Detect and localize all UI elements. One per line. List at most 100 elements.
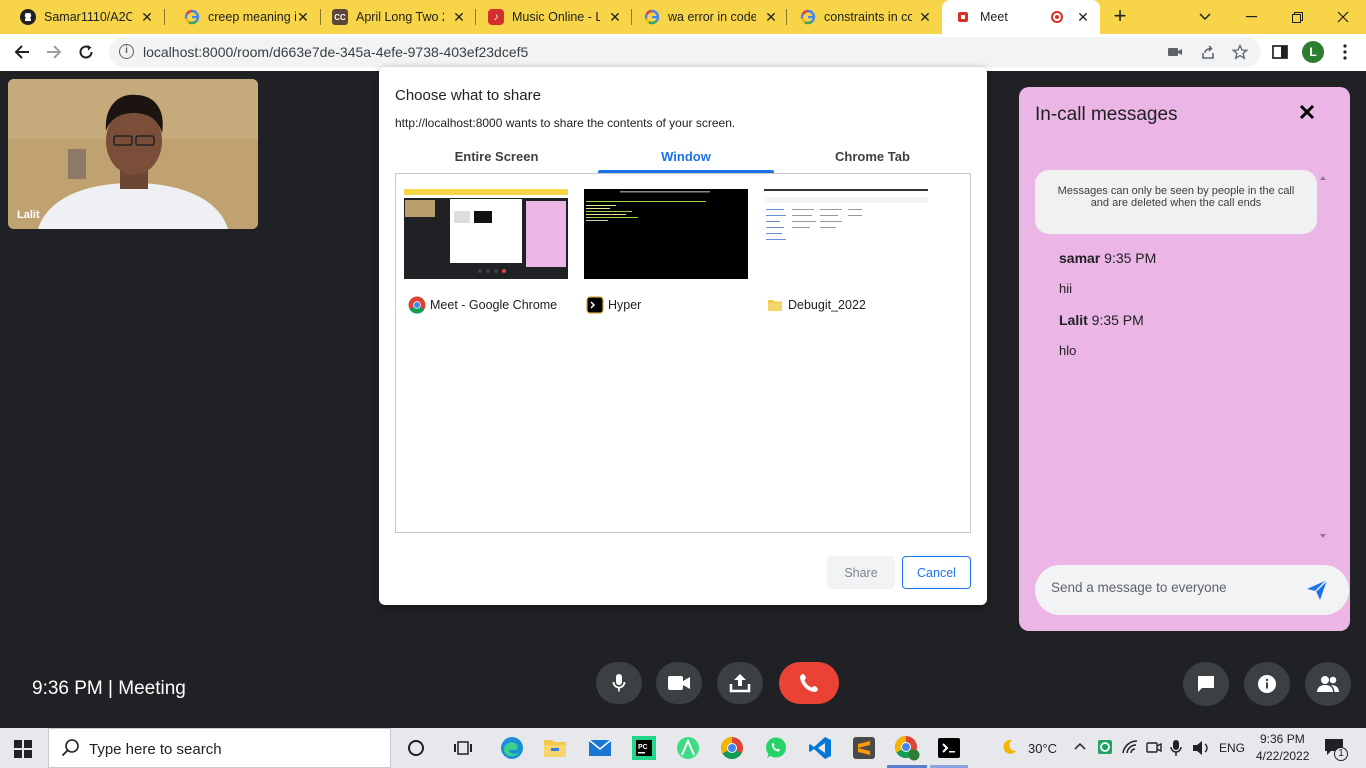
- taskbar-app-pycharm[interactable]: PC: [630, 734, 658, 762]
- self-video-tile: Lalit: [8, 79, 258, 229]
- camera-button[interactable]: [656, 662, 702, 704]
- info-icon: [1258, 675, 1276, 693]
- close-icon[interactable]: ✕: [296, 9, 310, 26]
- participants-button[interactable]: [1305, 662, 1351, 706]
- message-input-box[interactable]: [1035, 565, 1349, 615]
- notification-center-button[interactable]: 1: [1324, 738, 1348, 761]
- back-button[interactable]: [10, 40, 34, 64]
- present-screen-button[interactable]: [717, 662, 763, 704]
- more-options-icon[interactable]: [1336, 43, 1354, 61]
- minimize-button[interactable]: [1228, 0, 1274, 34]
- weather-temperature[interactable]: 30°C: [1028, 741, 1057, 756]
- close-chat-button[interactable]: [1296, 102, 1318, 124]
- window-title: Debugit_2022: [788, 298, 866, 312]
- site-info-icon[interactable]: i: [119, 44, 134, 59]
- cancel-button[interactable]: Cancel: [902, 556, 971, 589]
- share-button[interactable]: Share: [827, 556, 895, 589]
- browser-tab[interactable]: Samar1110/A2OJ ✕: [0, 0, 164, 34]
- taskbar-app-sublime[interactable]: [850, 734, 878, 762]
- taskbar-app-chrome[interactable]: [718, 734, 746, 762]
- chat-scrollbar[interactable]: [1317, 170, 1329, 544]
- meet-icon: [956, 9, 972, 25]
- browser-tab[interactable]: wa error in codec ✕: [624, 0, 788, 34]
- volume-icon[interactable]: [1192, 740, 1210, 756]
- task-view-button[interactable]: [449, 734, 477, 762]
- weather-moon-icon[interactable]: [1000, 738, 1018, 756]
- window-label-hyper[interactable]: Hyper: [586, 296, 641, 314]
- window-thumbnail-explorer[interactable]: [764, 189, 928, 279]
- file-explorer-icon: [544, 740, 566, 757]
- video-camera-icon: [668, 676, 690, 690]
- window-thumbnail-hyper[interactable]: [584, 189, 748, 279]
- profile-avatar[interactable]: L: [1302, 41, 1324, 63]
- restore-button[interactable]: [1274, 0, 1320, 34]
- window-close-button[interactable]: [1320, 0, 1366, 34]
- camera-tray-icon[interactable]: [1146, 739, 1162, 755]
- browser-tab[interactable]: constraints in cod ✕: [780, 0, 942, 34]
- message-input[interactable]: [1051, 580, 1281, 595]
- message-sender: samar: [1059, 250, 1101, 266]
- minimize-icon: [1245, 16, 1257, 18]
- meeting-info-button[interactable]: [1244, 662, 1290, 706]
- cortana-button[interactable]: [402, 734, 430, 762]
- taskbar-app-vscode[interactable]: [806, 734, 834, 762]
- browser-tab[interactable]: creep meaning in ✕: [164, 0, 320, 34]
- chat-button[interactable]: [1183, 662, 1229, 706]
- bookmark-star-icon[interactable]: [1232, 44, 1248, 60]
- close-icon[interactable]: ✕: [764, 9, 778, 26]
- close-icon[interactable]: ✕: [608, 9, 622, 26]
- forward-button[interactable]: [42, 40, 66, 64]
- close-icon[interactable]: ✕: [140, 9, 154, 26]
- taskbar-app-edge[interactable]: [498, 734, 526, 762]
- taskbar-app-chrome-profile[interactable]: [893, 734, 921, 762]
- search-placeholder: Type here to search: [89, 741, 222, 758]
- camera-in-use-icon[interactable]: [1167, 44, 1183, 60]
- search-icon: [61, 739, 79, 757]
- window-label-meet[interactable]: Meet - Google Chrome: [408, 296, 557, 314]
- tray-app-icon[interactable]: [1097, 739, 1113, 755]
- microphone-tray-icon[interactable]: [1170, 739, 1182, 757]
- tab-title: creep meaning in: [208, 10, 296, 24]
- send-icon[interactable]: [1305, 578, 1329, 602]
- chevron-down-icon: [1199, 13, 1211, 21]
- taskbar-app-explorer[interactable]: [541, 734, 569, 762]
- url-text: localhost:8000/room/d663e7de-345a-4efe-9…: [143, 44, 529, 60]
- browser-tab[interactable]: CC April Long Two 2 ✕: [312, 0, 476, 34]
- taskbar-app-mail[interactable]: [586, 734, 614, 762]
- window-preview-image: [584, 189, 748, 279]
- end-call-button[interactable]: [779, 662, 839, 704]
- close-icon[interactable]: ✕: [452, 9, 466, 26]
- clock-date[interactable]: 4/22/2022: [1256, 749, 1309, 763]
- address-bar[interactable]: i localhost:8000/room/d663e7de-345a-4efe…: [109, 37, 1261, 67]
- browser-tab[interactable]: ♪ Music Online - Li ✕: [468, 0, 632, 34]
- side-panel-icon[interactable]: [1271, 43, 1289, 61]
- new-tab-button[interactable]: +: [1108, 5, 1132, 29]
- taskbar-search-box[interactable]: Type here to search: [48, 728, 391, 768]
- terminal-icon: [586, 296, 604, 314]
- language-indicator[interactable]: ENG: [1219, 741, 1245, 755]
- window-thumbnail-meet[interactable]: [404, 189, 568, 279]
- taskbar-app-whatsapp[interactable]: [762, 734, 790, 762]
- chevron-up-icon[interactable]: [1074, 742, 1086, 750]
- taskbar-app-android-studio[interactable]: [674, 734, 702, 762]
- chrome-icon: [408, 296, 426, 314]
- taskbar-app-hyper[interactable]: [935, 734, 963, 762]
- close-icon[interactable]: ✕: [918, 9, 932, 26]
- share-page-icon[interactable]: [1200, 44, 1216, 60]
- tab-chrome-tab[interactable]: Chrome Tab: [786, 149, 959, 173]
- tab-search-button[interactable]: [1182, 0, 1228, 34]
- windows-start-icon[interactable]: [14, 740, 32, 758]
- mic-button[interactable]: [596, 662, 642, 704]
- browser-tab-active[interactable]: Meet ✕: [942, 0, 1100, 34]
- wifi-icon[interactable]: [1122, 740, 1138, 754]
- window-preview-image: [764, 189, 928, 279]
- window-title: Meet - Google Chrome: [430, 298, 558, 312]
- tab-entire-screen[interactable]: Entire Screen: [410, 149, 583, 173]
- window-label-explorer[interactable]: Debugit_2022: [766, 296, 866, 314]
- participant-name: Lalit: [17, 209, 40, 221]
- google-icon: [184, 9, 200, 25]
- task-view-icon: [454, 741, 472, 755]
- reload-button[interactable]: [74, 40, 98, 64]
- close-icon[interactable]: ✕: [1076, 9, 1090, 26]
- clock-time[interactable]: 9:36 PM: [1260, 732, 1305, 746]
